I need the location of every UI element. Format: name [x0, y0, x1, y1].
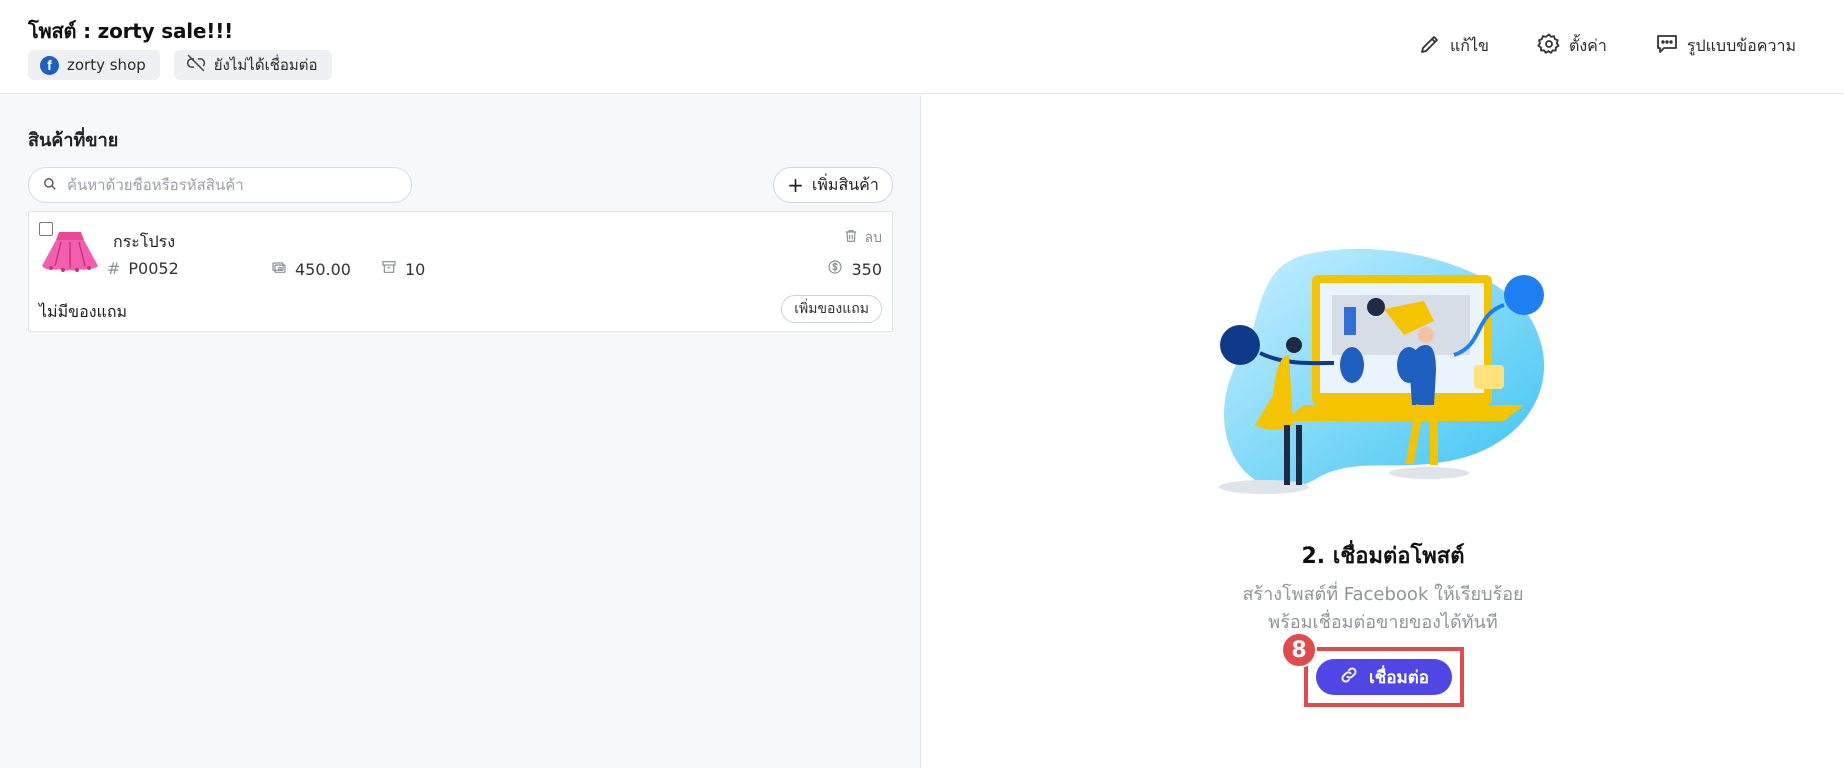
connection-status-label: ยังไม่ได้เชื่อมต่อ — [213, 56, 318, 74]
step-annotation-badge: 8 — [1281, 632, 1317, 668]
delete-product-button[interactable]: ลบ — [843, 227, 882, 249]
add-product-label: เพิ่มสินค้า — [811, 174, 879, 194]
hash-icon: # — [107, 259, 121, 278]
connect-step-description: สร้างโพสต์ที่ Facebook ให้เรียบร้อย พร้อ… — [922, 581, 1844, 637]
header-toolbar: แก้ไข ตั้งค่า รูปแบบข้อความ — [1418, 32, 1796, 60]
product-search[interactable] — [28, 167, 412, 203]
connect-description-line-2: พร้อมเชื่อมต่อขายของได้ทันที — [1268, 612, 1498, 633]
search-input[interactable] — [67, 176, 387, 194]
product-card: กระโปรง ลบ # P0052 450.00 10 350 ไม่มีขอ… — [28, 211, 893, 332]
connect-button-label: เชื่อมต่อ — [1368, 667, 1429, 688]
page-title: โพสต์ : zorty sale!!! — [28, 19, 234, 43]
connect-illustration — [1219, 248, 1545, 494]
connect-button[interactable]: เชื่อมต่อ — [1316, 659, 1452, 695]
box-icon — [381, 259, 397, 279]
delete-label: ลบ — [864, 230, 882, 246]
link-broken-icon — [186, 53, 206, 77]
link-icon — [1339, 665, 1359, 690]
price-tag-icon — [271, 259, 287, 279]
freebie-status: ไม่มีของแถม — [39, 302, 128, 321]
product-price: 450.00 — [271, 259, 351, 279]
plus-icon: + — [787, 173, 804, 197]
connect-description-line-1: สร้างโพสต์ที่ Facebook ให้เรียบร้อย — [1242, 584, 1524, 605]
sku-value: P0052 — [128, 259, 179, 278]
trash-icon — [843, 228, 859, 248]
facebook-page-name: zorty shop — [67, 56, 146, 74]
connect-button-highlight: เชื่อมต่อ — [1304, 647, 1464, 707]
search-icon — [43, 176, 57, 195]
connect-step-title: 2. เชื่อมต่อโพสต์ — [1301, 544, 1465, 569]
sale-price-value: 350 — [851, 259, 882, 279]
product-name: กระโปรง — [113, 232, 176, 251]
facebook-icon: f — [40, 55, 59, 75]
edit-button[interactable]: แก้ไข — [1418, 32, 1489, 60]
add-freebie-button[interactable]: เพิ่มของแถม — [781, 295, 882, 323]
message-format-label: รูปแบบข้อความ — [1686, 35, 1796, 55]
skirt-thumbnail — [42, 232, 98, 272]
product-stock: 10 — [381, 259, 425, 279]
connection-status-chip: ยังไม่ได้เชื่อมต่อ — [173, 50, 332, 80]
settings-button[interactable]: ตั้งค่า — [1537, 32, 1607, 60]
price-value: 450.00 — [295, 259, 351, 279]
products-section-title: สินค้าที่ขาย — [28, 130, 119, 151]
add-product-button[interactable]: + เพิ่มสินค้า — [773, 167, 893, 203]
page-header: โพสต์ : zorty sale!!! f zorty shop ยังไม… — [0, 0, 1844, 94]
header-chips: f zorty shop ยังไม่ได้เชื่อมต่อ — [28, 50, 332, 80]
product-sku: # P0052 — [107, 259, 179, 278]
gear-icon — [1537, 32, 1561, 60]
facebook-page-chip[interactable]: f zorty shop — [28, 50, 160, 80]
edit-label: แก้ไข — [1449, 35, 1489, 55]
products-panel: สินค้าที่ขาย + เพิ่มสินค้า กระโปรง ลบ # … — [0, 95, 921, 768]
settings-label: ตั้งค่า — [1568, 35, 1607, 55]
connect-panel: 2. เชื่อมต่อโพสต์ สร้างโพสต์ที่ Facebook… — [922, 95, 1844, 768]
message-format-button[interactable]: รูปแบบข้อความ — [1655, 32, 1796, 60]
chat-bubble-icon — [1655, 32, 1679, 60]
product-sale-price: 350 — [827, 259, 882, 279]
dollar-coin-icon — [827, 259, 843, 279]
pencil-icon — [1418, 32, 1442, 60]
stock-value: 10 — [405, 259, 426, 279]
